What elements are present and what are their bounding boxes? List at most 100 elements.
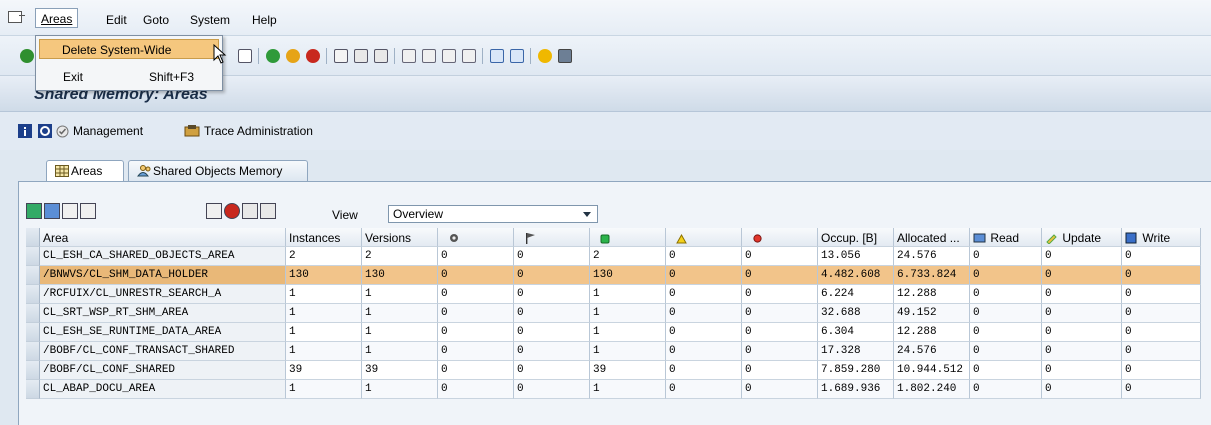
- table-icon: [55, 165, 69, 177]
- next-page-icon[interactable]: [442, 49, 456, 63]
- table-cell: 10.944.512: [894, 361, 970, 380]
- table-cell: 2: [286, 247, 362, 266]
- table-cell: 0: [742, 342, 818, 361]
- shortcut-icon[interactable]: [510, 49, 524, 63]
- column-header[interactable]: Read: [970, 228, 1042, 247]
- row-select-handle[interactable]: [26, 285, 40, 304]
- table-row[interactable]: CL_SRT_WSP_RT_SHM_AREA 1 1 0 0 1 0 0 32.688 49.15…: [26, 304, 1211, 323]
- layout-icon[interactable]: [206, 203, 222, 219]
- sort-ascending-icon[interactable]: [44, 203, 60, 219]
- hierarchy-icon[interactable]: [260, 203, 276, 219]
- table-cell: 1: [590, 342, 666, 361]
- cancel-icon[interactable]: [306, 49, 320, 63]
- table-cell: 0: [1122, 380, 1201, 399]
- first-page-icon[interactable]: [402, 49, 416, 63]
- management-button[interactable]: Management: [56, 124, 143, 138]
- menu-help[interactable]: Help: [252, 13, 277, 27]
- table-cell: 0: [666, 380, 742, 399]
- column-header[interactable]: Versions: [362, 228, 438, 247]
- column-header[interactable]: [514, 228, 590, 247]
- info-button[interactable]: [18, 124, 32, 138]
- menu-system[interactable]: System: [190, 13, 230, 27]
- table-cell: 0: [1042, 304, 1122, 323]
- trace-administration-button[interactable]: Trace Administration: [184, 124, 313, 138]
- enter-icon[interactable]: [20, 49, 34, 63]
- column-header[interactable]: [666, 228, 742, 247]
- column-header[interactable]: Area: [40, 228, 286, 247]
- menu-item-delete-system-wide[interactable]: Delete System-Wide: [39, 39, 219, 59]
- back-icon[interactable]: [266, 49, 280, 63]
- record-icon[interactable]: [224, 203, 240, 219]
- table-cell: 0: [1122, 247, 1201, 266]
- row-select-handle[interactable]: [26, 323, 40, 342]
- last-page-icon[interactable]: [462, 49, 476, 63]
- menu-edit[interactable]: Edit: [106, 13, 127, 27]
- column-header[interactable]: Write: [1122, 228, 1201, 247]
- table-cell: 0: [970, 342, 1042, 361]
- flag-icon: [526, 233, 535, 244]
- table-cell: 0: [666, 266, 742, 285]
- delete-icon[interactable]: [242, 203, 258, 219]
- table-cell: 0: [514, 323, 590, 342]
- table-cell: CL_ESH_CA_SHARED_OBJECTS_AREA: [40, 247, 286, 266]
- column-header[interactable]: [438, 228, 514, 247]
- user-group-icon: [137, 165, 151, 177]
- table-cell: 1: [286, 285, 362, 304]
- table-header-row: Area Instances Versions Occup. [B] Allocated…: [26, 228, 1211, 247]
- table-cell: 0: [666, 361, 742, 380]
- tab-shared-objects-memory[interactable]: Shared Objects Memory: [128, 160, 308, 182]
- table-row[interactable]: CL_ESH_CA_SHARED_OBJECTS_AREA 2 2 0 0 2 0 0 13.0…: [26, 247, 1211, 266]
- refresh-button[interactable]: [38, 124, 52, 138]
- view-select[interactable]: Overview: [388, 205, 598, 223]
- table-cell: 0: [438, 342, 514, 361]
- menu-goto[interactable]: Goto: [143, 13, 169, 27]
- create-session-icon[interactable]: [490, 49, 504, 63]
- find-icon[interactable]: [354, 49, 368, 63]
- tab-areas[interactable]: Areas: [46, 160, 124, 182]
- exit-icon[interactable]: [286, 49, 300, 63]
- column-header[interactable]: Occup. [B]: [818, 228, 894, 247]
- layout-menu-icon[interactable]: [558, 49, 572, 63]
- table-cell: 1.802.240: [894, 380, 970, 399]
- row-select-handle[interactable]: [26, 342, 40, 361]
- row-select-handle[interactable]: [26, 304, 40, 323]
- trace-icon: [184, 125, 200, 137]
- table-row[interactable]: CL_ESH_SE_RUNTIME_DATA_AREA 1 1 0 0 1 0 0 6.304 1…: [26, 323, 1211, 342]
- column-header[interactable]: Allocated ...: [894, 228, 970, 247]
- table-row[interactable]: CL_ABAP_DOCU_AREA 1 1 0 0 1 0 0 1.689.936 1.802.2…: [26, 380, 1211, 399]
- column-header[interactable]: [742, 228, 818, 247]
- row-select-handle[interactable]: [26, 247, 40, 266]
- column-header-label: Read: [990, 231, 1020, 245]
- save-icon[interactable]: [238, 49, 252, 63]
- table-cell: 1: [590, 304, 666, 323]
- find-next-icon[interactable]: [374, 49, 388, 63]
- help-icon[interactable]: [538, 49, 552, 63]
- table-cell: 12.288: [894, 323, 970, 342]
- table-row[interactable]: /BOBF/CL_CONF_SHARED 39 39 0 0 39 0 0 7.859.280 1…: [26, 361, 1211, 380]
- previous-page-icon[interactable]: [422, 49, 436, 63]
- table-row[interactable]: /RCFUIX/CL_UNRESTR_SEARCH_A 1 1 0 0 1 0 0 6.224 1…: [26, 285, 1211, 304]
- table-row[interactable]: /BNWVS/CL_SHM_DATA_HOLDER 130 130 0 0 130 0 0 4.…: [26, 266, 1211, 285]
- print-icon[interactable]: [334, 49, 348, 63]
- table-cell: 0: [666, 304, 742, 323]
- table-cell: 0: [514, 266, 590, 285]
- details-icon[interactable]: [26, 203, 42, 219]
- menu-item-exit[interactable]: Exit Shift+F3: [39, 67, 219, 87]
- column-header[interactable]: Update: [1042, 228, 1122, 247]
- table-cell: 1: [362, 304, 438, 323]
- menu-areas[interactable]: Areas: [35, 8, 79, 28]
- table-cell: 1: [590, 380, 666, 399]
- column-header[interactable]: [590, 228, 666, 247]
- row-select-handle[interactable]: [26, 361, 40, 380]
- table-cell: 0: [438, 361, 514, 380]
- table-row[interactable]: /BOBF/CL_CONF_TRANSACT_SHARED 1 1 0 0 1 0 0 17.3…: [26, 342, 1211, 361]
- table-cell: 0: [1122, 266, 1201, 285]
- row-select-handle[interactable]: [26, 380, 40, 399]
- row-select-handle[interactable]: [26, 266, 40, 285]
- filter-icon[interactable]: [80, 203, 96, 219]
- print-preview-icon[interactable]: [62, 203, 78, 219]
- select-all-handle[interactable]: [26, 228, 40, 247]
- column-header[interactable]: Instances: [286, 228, 362, 247]
- table-cell: 17.328: [818, 342, 894, 361]
- system-menu-icon[interactable]: [8, 11, 25, 23]
